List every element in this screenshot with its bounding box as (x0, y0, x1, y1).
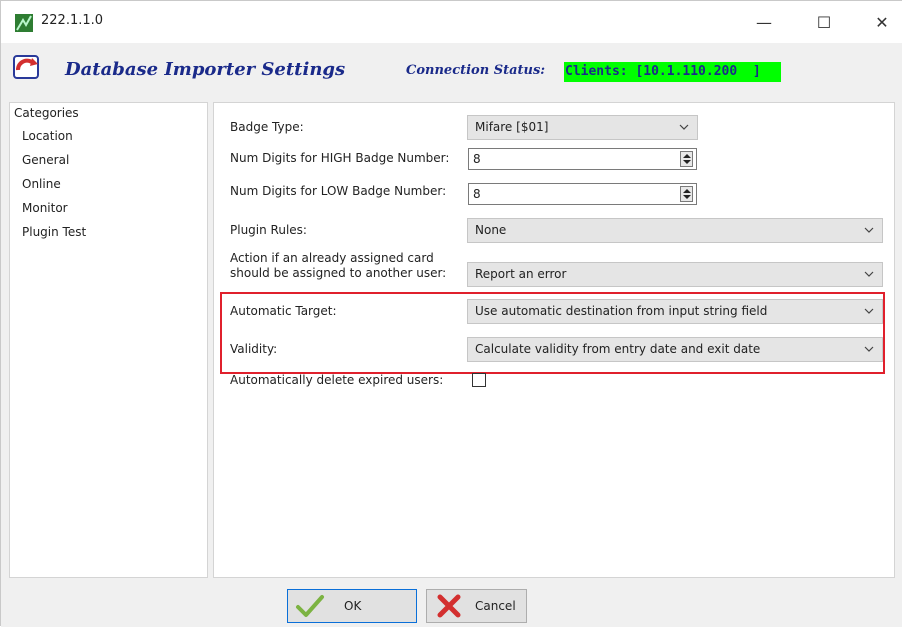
category-item-online[interactable]: Online (22, 177, 61, 191)
high-digits-value: 8 (473, 152, 481, 166)
settings-window: 222.1.1.0 — ☐ ✕ Database Importer Settin… (0, 0, 902, 627)
assigned-card-label: Action if an already assigned card shoul… (230, 251, 446, 281)
app-logo-icon (11, 52, 41, 82)
automatic-target-dropdown[interactable]: Use automatic destination from input str… (467, 299, 883, 324)
ok-label: OK (344, 599, 362, 613)
plugin-rules-label: Plugin Rules: (230, 223, 307, 237)
high-digits-spinner[interactable]: 8 (468, 148, 697, 170)
maximize-button[interactable]: ☐ (801, 1, 847, 43)
validity-dropdown[interactable]: Calculate validity from entry date and e… (467, 337, 883, 362)
low-digits-value: 8 (473, 187, 481, 201)
spinner-arrows-icon[interactable] (680, 186, 693, 202)
settings-header: Database Importer Settings Connection St… (1, 43, 902, 95)
connection-status-value: Clients: [10.1.110.200 ] (564, 62, 781, 82)
title-bar: 222.1.1.0 — ☐ ✕ (1, 1, 902, 43)
spinner-arrows-icon[interactable] (680, 151, 693, 167)
minimize-button[interactable]: — (741, 1, 787, 43)
assigned-card-value: Report an error (475, 267, 567, 281)
dialog-footer: OK Cancel (1, 584, 902, 627)
app-icon (15, 14, 33, 32)
settings-panel: Badge Type: Mifare [$01] Num Digits for … (213, 102, 895, 578)
assigned-card-label-line1: Action if an already assigned card (230, 251, 434, 265)
category-item-plugin-test[interactable]: Plugin Test (22, 225, 86, 239)
chevron-down-icon (677, 116, 691, 139)
close-button[interactable]: ✕ (859, 1, 903, 43)
validity-label: Validity: (230, 342, 278, 356)
low-digits-spinner[interactable]: 8 (468, 183, 697, 205)
plugin-rules-value: None (475, 223, 507, 237)
low-digits-label: Num Digits for LOW Badge Number: (230, 184, 447, 198)
high-digits-label: Num Digits for HIGH Badge Number: (230, 151, 450, 165)
delete-expired-checkbox[interactable] (472, 373, 486, 387)
ok-button[interactable]: OK (287, 589, 417, 623)
automatic-target-label: Automatic Target: (230, 304, 337, 318)
category-item-location[interactable]: Location (22, 129, 73, 143)
badge-type-dropdown[interactable]: Mifare [$01] (467, 115, 698, 140)
checkmark-icon (294, 592, 326, 620)
badge-type-label: Badge Type: (230, 120, 304, 134)
category-item-monitor[interactable]: Monitor (22, 201, 68, 215)
automatic-target-value: Use automatic destination from input str… (475, 304, 768, 318)
categories-title: Categories (14, 106, 79, 120)
cross-icon (433, 592, 465, 620)
assigned-card-label-line2: should be assigned to another user: (230, 266, 447, 280)
window-title: 222.1.1.0 (41, 13, 104, 28)
validity-value: Calculate validity from entry date and e… (475, 342, 761, 356)
plugin-rules-dropdown[interactable]: None (467, 218, 883, 243)
chevron-down-icon (862, 338, 876, 361)
chevron-down-icon (862, 300, 876, 323)
page-title: Database Importer Settings (65, 59, 346, 80)
cancel-button[interactable]: Cancel (426, 589, 527, 623)
chevron-down-icon (862, 219, 876, 242)
delete-expired-label: Automatically delete expired users: (230, 373, 444, 387)
assigned-card-dropdown[interactable]: Report an error (467, 262, 883, 287)
cancel-label: Cancel (475, 599, 516, 613)
badge-type-value: Mifare [$01] (475, 120, 549, 134)
categories-list: Categories Location General Online Monit… (9, 102, 208, 578)
category-item-general[interactable]: General (22, 153, 69, 167)
chevron-down-icon (862, 263, 876, 286)
connection-status-label: Connection Status: (406, 63, 546, 78)
